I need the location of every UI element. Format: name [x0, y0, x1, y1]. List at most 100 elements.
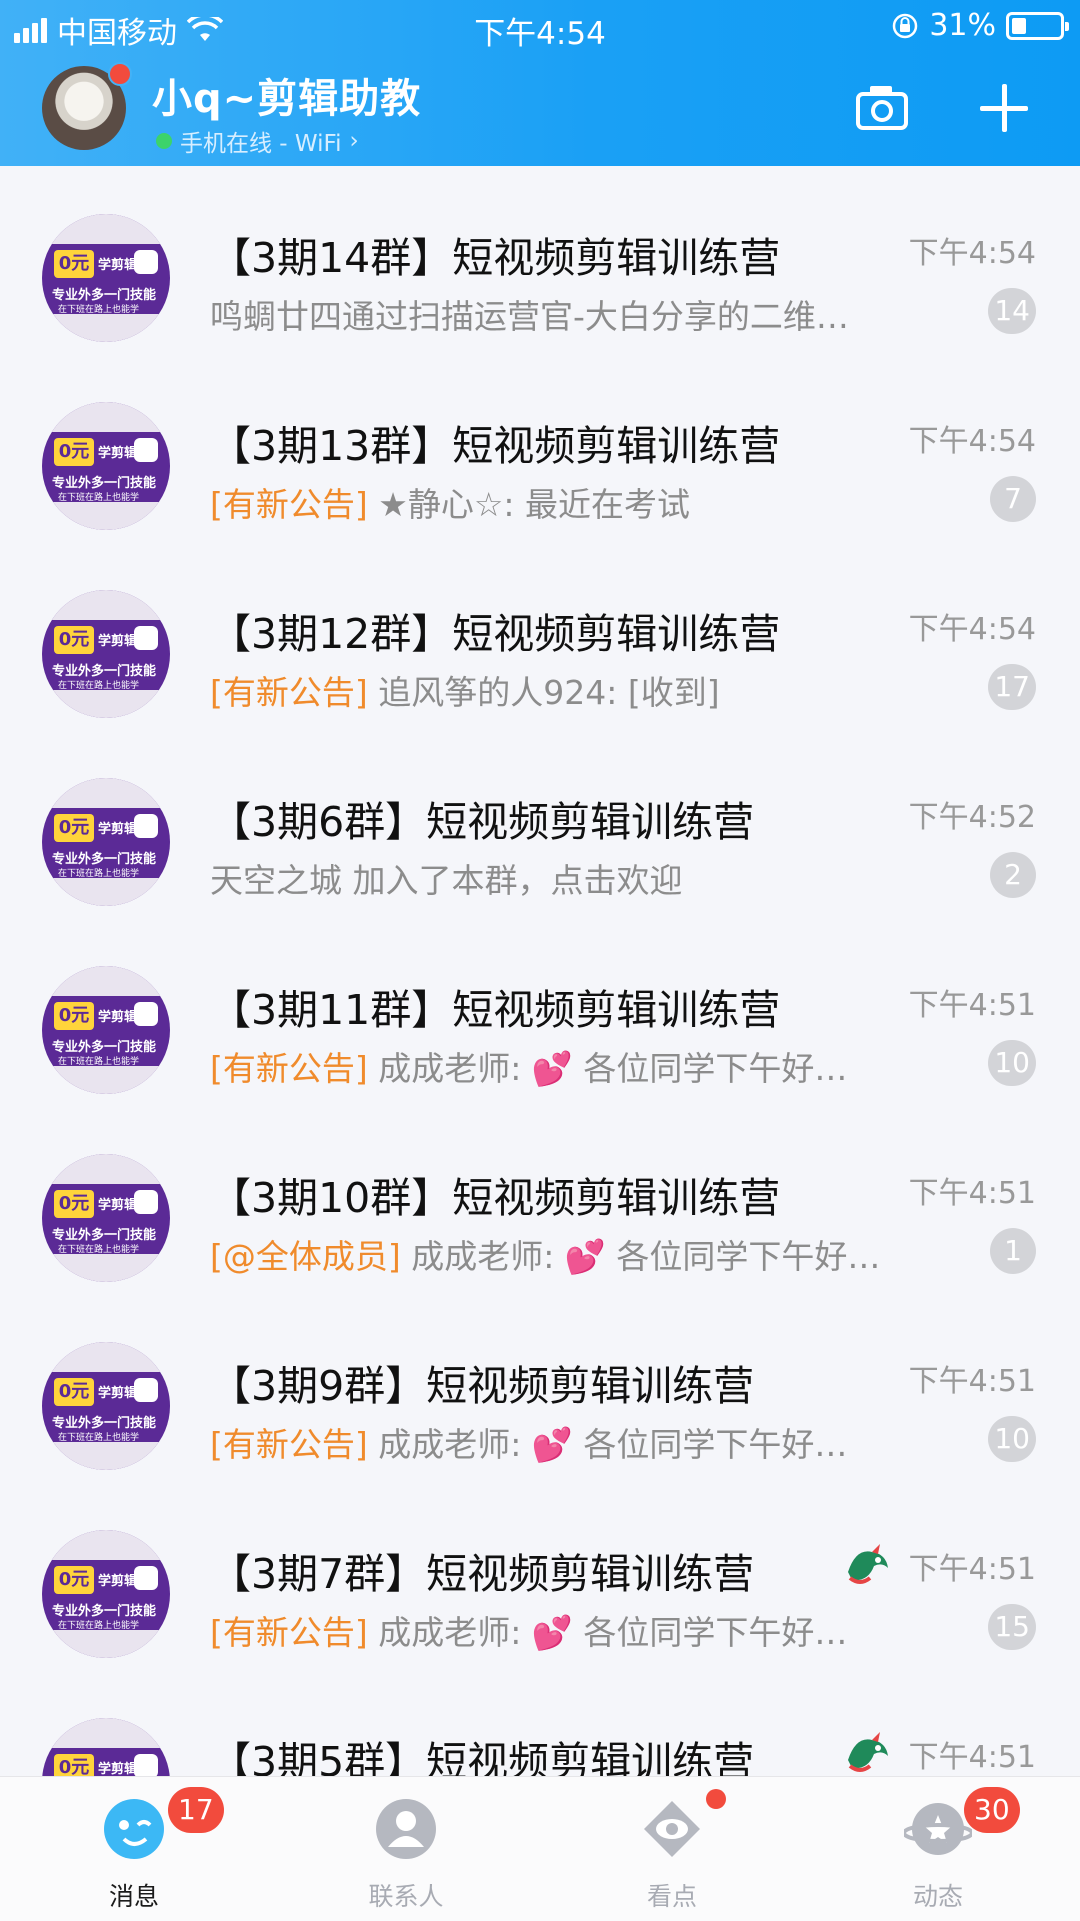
tab-label: 联系人: [368, 1882, 444, 1911]
avatar-text: 0元: [54, 1378, 94, 1406]
chat-time: 下午4:54: [908, 612, 1036, 647]
chat-preview: [有新公告] 成成老师: 💕 各位同学下午好…: [210, 1606, 847, 1654]
avatar-text: 学剪辑: [98, 1198, 138, 1213]
chevron-right-icon: ›: [349, 128, 359, 154]
avatar-text: 专业外多一门技能: [52, 1228, 157, 1243]
tab-label: 消息: [108, 1882, 159, 1911]
chat-time: 下午4:54: [908, 236, 1036, 271]
profile-name[interactable]: 小q~剪辑助教: [152, 66, 421, 124]
avatar-text: 专业外多一门技能: [52, 476, 157, 491]
top-header: 中国移动 下午4:54 31% 小q~剪辑助教 手机在线 - WiFi ›: [0, 0, 1080, 166]
avatar-text: 学剪辑: [98, 634, 138, 649]
avatar-text: 学剪辑: [98, 446, 138, 461]
chat-preview: [@全体成员] 成成老师: 💕 各位同学下午好…: [210, 1230, 880, 1278]
tab-1[interactable]: 联系人: [326, 1795, 486, 1915]
avatar-text: 学剪辑: [98, 822, 138, 837]
chat-title: 【3期13群】短视频剪辑训练营: [210, 422, 781, 470]
camera-icon[interactable]: [856, 82, 908, 132]
avatar-text: 0元: [54, 250, 94, 278]
capcut-logo-icon: [134, 438, 158, 462]
add-button[interactable]: [980, 84, 1028, 132]
capcut-logo-icon: [134, 1378, 158, 1402]
unread-badge: 7: [990, 476, 1036, 522]
chat-title: 【3期7群】短视频剪辑训练营: [210, 1550, 755, 1598]
chat-tag: [@全体成员]: [210, 1237, 401, 1276]
tab-0[interactable]: 17 消息: [54, 1787, 224, 1915]
avatar-text: 0元: [54, 1566, 94, 1594]
notification-dot: [108, 62, 132, 86]
chat-row[interactable]: 0元 学剪辑 专业外多一门技能 在下班在路上也能学 【3期7群】短视频剪辑训练营…: [0, 1500, 1080, 1688]
chat-time: 下午4:51: [908, 1740, 1036, 1775]
online-indicator-icon: [156, 133, 172, 149]
avatar-text: 专业外多一门技能: [52, 852, 157, 867]
unread-badge: 14: [988, 288, 1036, 334]
battery-icon: [1006, 11, 1069, 40]
avatar-text: 0元: [54, 1190, 94, 1218]
unread-badge: 15: [988, 1604, 1036, 1650]
online-status-label: 手机在线 - WiFi: [180, 131, 342, 157]
avatar-text: 专业外多一门技能: [52, 1604, 157, 1619]
chat-title: 【3期6群】短视频剪辑训练营: [210, 798, 755, 846]
chat-time: 下午4:51: [908, 988, 1036, 1023]
avatar-text: 学剪辑: [98, 1762, 138, 1777]
profile-avatar[interactable]: [42, 62, 132, 150]
tab-3[interactable]: 30 动态: [858, 1787, 1020, 1915]
chat-preview-text: ★静心☆: 最近在考试: [367, 485, 691, 524]
chat-title: 【3期9群】短视频剪辑训练营: [210, 1362, 755, 1410]
bottom-tab-bar: 17 消息 联系人 看点 30 动态: [0, 1776, 1080, 1921]
chat-row[interactable]: 0元 学剪辑 专业外多一门技能 在下班在路上也能学 【3期10群】短视频剪辑训练…: [0, 1124, 1080, 1312]
chat-row[interactable]: 0元 学剪辑 专业外多一门技能 在下班在路上也能学 【3期14群】短视频剪辑训练…: [0, 184, 1080, 372]
chat-time: 下午4:51: [908, 1176, 1036, 1211]
chat-row[interactable]: 0元 学剪辑 专业外多一门技能 在下班在路上也能学 【3期11群】短视频剪辑训练…: [0, 936, 1080, 1124]
chat-row[interactable]: 0元 学剪辑 专业外多一门技能 在下班在路上也能学 【3期6群】短视频剪辑训练营…: [0, 748, 1080, 936]
dragon-emblem-icon: [848, 1544, 888, 1584]
rotation-lock-icon: [893, 13, 918, 38]
group-avatar: 0元 学剪辑 专业外多一门技能 在下班在路上也能学: [42, 590, 170, 718]
avatar-text: 专业外多一门技能: [52, 1040, 157, 1055]
chat-preview: [有新公告] 成成老师: 💕 各位同学下午好…: [210, 1418, 847, 1466]
avatar-text: 专业外多一门技能: [52, 1416, 157, 1431]
chat-list: 0元 学剪辑 专业外多一门技能 在下班在路上也能学 【3期14群】短视频剪辑训练…: [0, 184, 1080, 1876]
chat-tag: [有新公告]: [210, 673, 368, 712]
star-planet-icon: [902, 1795, 974, 1863]
tab-badge: 30: [964, 1787, 1020, 1833]
avatar-text: 学剪辑: [98, 1386, 138, 1401]
unread-badge: 1: [990, 1228, 1036, 1274]
group-avatar: 0元 学剪辑 专业外多一门技能 在下班在路上也能学: [42, 402, 170, 530]
avatar-text: 0元: [54, 626, 94, 654]
chat-preview: 鸣蜩廿四通过扫描运营官-大白分享的二维…: [210, 290, 849, 338]
chat-title: 【3期12群】短视频剪辑训练营: [210, 610, 781, 658]
chat-preview-text: 天空之城 加入了本群，点击欢迎: [210, 861, 683, 900]
chat-tag: [有新公告]: [210, 1049, 368, 1088]
chat-preview-text: 成成老师: 💕 各位同学下午好…: [400, 1237, 881, 1276]
group-avatar: 0元 学剪辑 专业外多一门技能 在下班在路上也能学: [42, 1154, 170, 1282]
chat-row[interactable]: 0元 学剪辑 专业外多一门技能 在下班在路上也能学 【3期9群】短视频剪辑训练营…: [0, 1312, 1080, 1500]
chat-row[interactable]: 0元 学剪辑 专业外多一门技能 在下班在路上也能学 【3期12群】短视频剪辑训练…: [0, 560, 1080, 748]
status-bar: 中国移动 下午4:54 31%: [0, 0, 1080, 52]
chat-tag: [有新公告]: [210, 1613, 368, 1652]
chat-row[interactable]: 0元 学剪辑 专业外多一门技能 在下班在路上也能学 【3期13群】短视频剪辑训练…: [0, 372, 1080, 560]
new-dot: [706, 1789, 726, 1809]
chat-time: 下午4:51: [908, 1552, 1036, 1587]
dragon-emblem-icon: [848, 1732, 888, 1772]
chat-title: 【3期11群】短视频剪辑训练营: [210, 986, 781, 1034]
unread-badge: 10: [988, 1040, 1036, 1086]
avatar-text: 0元: [54, 438, 94, 466]
chat-time: 下午4:52: [908, 800, 1036, 835]
chat-time: 下午4:54: [908, 424, 1036, 459]
capcut-logo-icon: [134, 1190, 158, 1214]
capcut-logo-icon: [134, 1002, 158, 1026]
capcut-logo-icon: [134, 1754, 158, 1778]
tab-2[interactable]: 看点: [592, 1789, 752, 1915]
capcut-logo-icon: [134, 626, 158, 650]
chat-tag: [有新公告]: [210, 1425, 368, 1464]
capcut-logo-icon: [134, 814, 158, 838]
avatar-text: 0元: [54, 1002, 94, 1030]
capcut-logo-icon: [134, 250, 158, 274]
unread-badge: 2: [990, 852, 1036, 898]
online-status[interactable]: 手机在线 - WiFi ›: [156, 124, 359, 158]
chat-preview-text: 成成老师: 💕 各位同学下午好…: [367, 1425, 848, 1464]
group-avatar: 0元 学剪辑 专业外多一门技能 在下班在路上也能学: [42, 778, 170, 906]
capcut-logo-icon: [134, 1566, 158, 1590]
tab-badge: 17: [168, 1787, 224, 1833]
